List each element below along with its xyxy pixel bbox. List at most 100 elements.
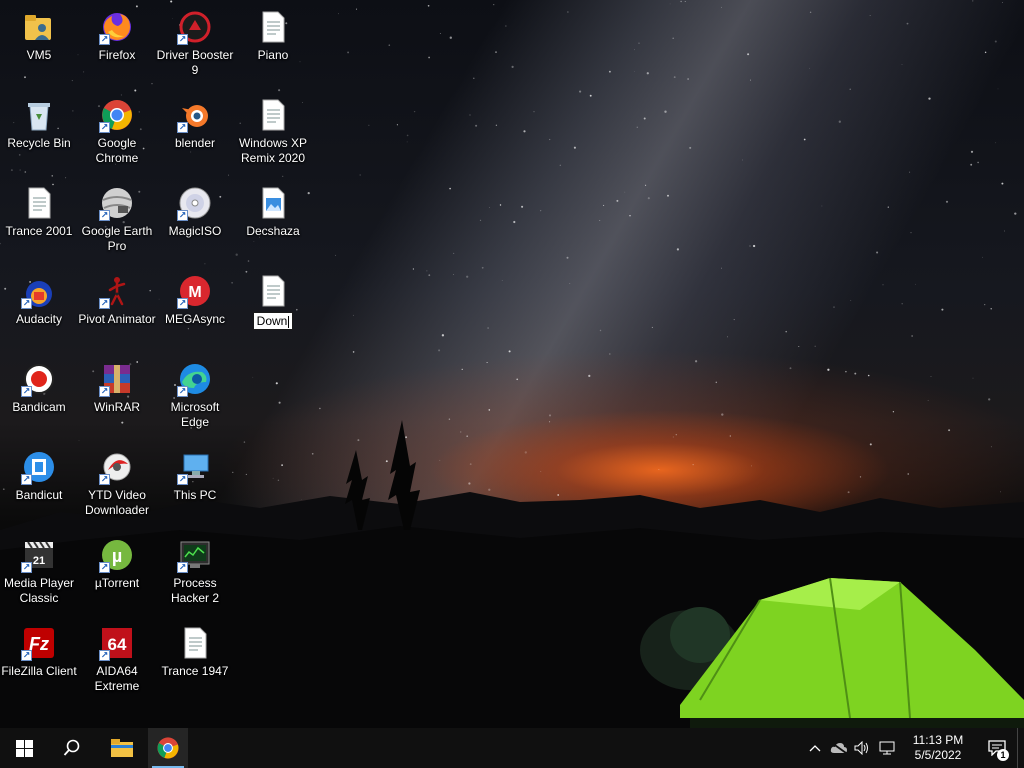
desktop-icon-filezilla[interactable]: Fz ↗ FileZilla Client [0,620,78,679]
desktop-icon-trance-1947[interactable]: Trance 1947 [156,620,234,679]
star [499,204,502,206]
star [513,220,516,224]
star [71,80,73,82]
desktop-icon-ytd[interactable]: ↗ YTD Video Downloader [78,444,156,518]
star [970,163,973,166]
desktop-icon-pivot-animator[interactable]: ↗ Pivot Animator [78,268,156,327]
windows-start-icon [15,739,33,757]
star [438,349,441,352]
icon-label: VM5 [26,48,52,62]
icon-label: Google Earth Pro [81,224,153,253]
desktop-icon-process-hacker[interactable]: ↗ Process Hacker 2 [156,532,234,606]
star [694,360,698,363]
chevron-up-icon [809,745,821,752]
star [516,378,519,381]
icon-label: FileZilla Client [1,664,77,678]
taskbar-file-explorer[interactable] [96,728,148,768]
icon-label: Recycle Bin [7,136,71,150]
desktop-icon-magiciso[interactable]: ↗ MagicISO [156,180,234,239]
star [727,336,728,338]
desktop-icon-megasync[interactable]: M ↗ MEGAsync [156,268,234,327]
desktop-icon-utorrent[interactable]: µ ↗ µTorrent [78,532,156,591]
star [909,171,911,173]
icon-label: Firefox [98,48,136,62]
desktop-icon-winrar[interactable]: ↗ WinRAR [78,356,156,415]
desktop-icon-windows-xp-remix[interactable]: Windows XP Remix 2020 [234,92,312,166]
star [453,252,455,254]
network-icon [879,741,895,755]
star [972,0,974,2]
desktop-icon-blender[interactable]: ↗ blender [156,92,234,151]
star [689,146,692,149]
star [941,308,944,311]
desktop-icon-media-player-classic[interactable]: 21 ↗ Media Player Classic [0,532,78,606]
start-button[interactable] [0,728,48,768]
onedrive-tray-button[interactable] [827,728,851,768]
star [901,303,903,305]
icon-label: Decshaza [246,224,300,238]
desktop-icon-google-chrome[interactable]: ↗ Google Chrome [78,92,156,166]
network-tray-button[interactable] [875,728,899,768]
star [599,220,601,221]
text-document-icon [256,98,290,132]
desktop-icon-recycle-bin[interactable]: Recycle Bin [0,92,78,151]
image-document-icon [256,186,290,220]
google-earth-icon: ↗ [99,186,134,221]
show-hidden-icons-button[interactable] [803,728,827,768]
show-desktop-button[interactable] [1017,728,1024,768]
desktop-icon-this-pc[interactable]: ↗ This PC [156,444,234,503]
star [646,72,649,75]
desktop-icon-aida64[interactable]: 64 ↗ AIDA64 Extreme [78,620,156,694]
desktop-icon-vm5[interactable]: VM5 [0,4,78,63]
star [850,300,852,301]
star [355,8,358,10]
star [10,169,13,172]
desktop-icon-bandicut[interactable]: ↗ Bandicut [0,444,78,503]
pivot-animator-icon: ↗ [99,274,134,309]
process-hacker-icon: ↗ [177,538,212,573]
star [540,210,542,212]
desktop-icon-google-earth[interactable]: ↗ Google Earth Pro [78,180,156,254]
star [235,253,238,256]
edge-icon: ↗ [177,362,212,397]
star [1014,212,1017,215]
desktop-icon-piano[interactable]: Piano [234,4,312,63]
driver-booster-icon: ↗ [177,10,212,45]
icon-label: Trance 1947 [161,664,229,678]
desktop-icon-audacity[interactable]: ↗ Audacity [0,268,78,327]
star [252,376,254,378]
rename-text: Down [256,314,288,328]
desktop-icon-renaming[interactable]: Down [234,268,312,330]
action-center-button[interactable]: 1 [977,728,1017,768]
desktop-icon-trance-2001[interactable]: Trance 2001 [0,180,78,239]
desktop-icon-bandicam[interactable]: ↗ Bandicam [0,356,78,415]
volume-tray-button[interactable] [851,728,875,768]
search-button[interactable] [48,728,96,768]
icon-label: Windows XP Remix 2020 [238,136,308,165]
rename-input[interactable]: Down [252,312,294,330]
taskbar-chrome[interactable] [148,728,188,768]
star [915,283,916,285]
star [833,306,835,308]
star [984,51,987,54]
desktop-icon-decshaza[interactable]: Decshaza [234,180,312,239]
desktop-icon-firefox[interactable]: ↗ Firefox [78,4,156,63]
star [190,151,192,153]
bandicut-icon: ↗ [21,450,56,485]
clock-date: 5/5/2022 [914,748,962,762]
star [854,372,857,375]
desktop-icon-driver-booster[interactable]: ↗ Driver Booster 9 [156,4,234,78]
svg-text:M: M [188,284,201,301]
desktop[interactable]: VM5 Recycle Bin Trance 2001 ↗ Audacity ↗… [0,0,1024,728]
star [970,150,974,153]
star [335,254,337,256]
text-caret [288,315,290,328]
text-document-icon [256,10,290,44]
desktop-icon-edge[interactable]: ↗ Microsoft Edge [156,356,234,430]
star [83,71,85,73]
star [906,22,909,25]
star [151,83,153,85]
star [785,330,787,333]
taskbar-clock[interactable]: 11:13 PM 5/5/2022 [899,733,977,763]
icon-label: Process Hacker 2 [170,576,220,605]
